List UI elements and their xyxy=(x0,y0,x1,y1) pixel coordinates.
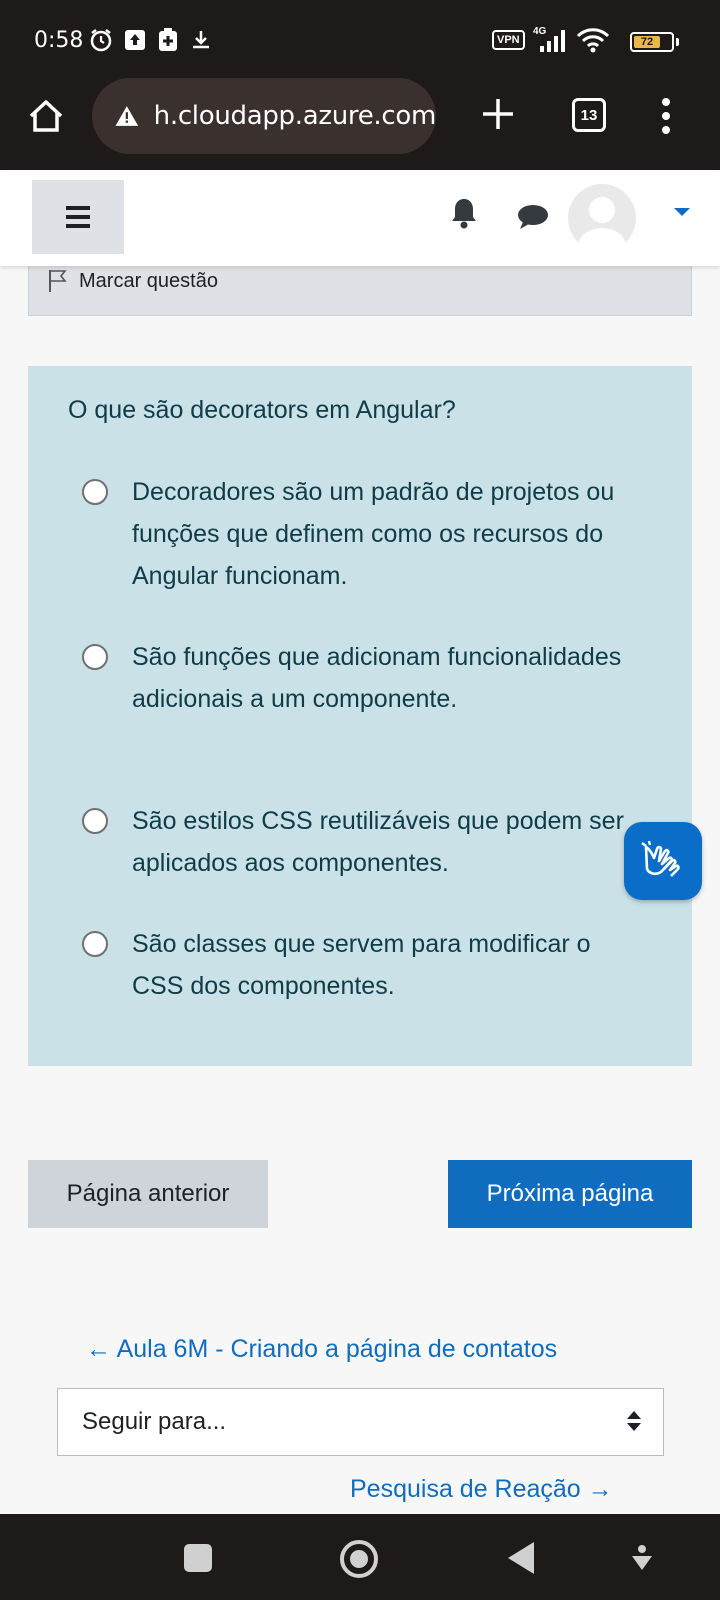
battery-icon: 72 xyxy=(630,32,674,52)
jump-to-select[interactable]: Seguir para... xyxy=(57,1388,664,1456)
home-button[interactable] xyxy=(24,94,68,138)
vpn-badge: VPN xyxy=(492,30,525,50)
previous-activity-link[interactable]: ← Aula 6M - Criando a página de contatos xyxy=(86,1335,557,1364)
avatar-icon[interactable] xyxy=(568,184,636,252)
sign-language-widget[interactable] xyxy=(624,822,702,900)
menu-dots-icon[interactable] xyxy=(648,94,684,138)
hamburger-icon[interactable] xyxy=(32,180,124,254)
status-time: 0:58 xyxy=(34,28,84,53)
battery-level: 72 xyxy=(634,36,660,48)
chevron-down-icon[interactable] xyxy=(630,1544,654,1577)
answer-label: São classes que servem para modificar o … xyxy=(132,930,591,1000)
new-tab-button[interactable] xyxy=(476,92,520,136)
home-nav-button[interactable] xyxy=(340,1540,378,1578)
hands-icon xyxy=(641,840,680,877)
tab-switcher-button[interactable]: 13 xyxy=(572,98,606,132)
bell-icon[interactable] xyxy=(450,196,478,235)
select-arrows-icon xyxy=(627,1411,641,1431)
home-icon xyxy=(29,100,63,132)
answer-option[interactable]: São estilos CSS reutilizáveis que podem … xyxy=(82,800,642,884)
wifi-icon xyxy=(576,28,610,53)
recents-button[interactable] xyxy=(184,1544,212,1572)
answer-label: São funções que adicionam funcionalidade… xyxy=(132,643,622,713)
radio-button[interactable] xyxy=(82,479,108,505)
chat-icon[interactable] xyxy=(517,204,549,235)
answer-option[interactable]: Decoradores são um padrão de projetos ou… xyxy=(82,471,642,597)
radio-button[interactable] xyxy=(82,808,108,834)
flag-label: Marcar questão xyxy=(79,270,218,292)
answer-option[interactable]: São classes que servem para modificar o … xyxy=(82,923,642,1007)
caret-down-icon[interactable] xyxy=(674,208,690,216)
system-nav-bar xyxy=(0,1514,720,1600)
warning-icon xyxy=(115,106,139,126)
answer-option[interactable]: São funções que adicionam funcionalidade… xyxy=(82,636,642,720)
jump-to-placeholder: Seguir para... xyxy=(82,1408,227,1435)
radio-button[interactable] xyxy=(82,931,108,957)
address-bar[interactable]: h.cloudapp.azure.com xyxy=(92,78,436,154)
previous-page-button[interactable]: Página anterior xyxy=(28,1160,268,1228)
download-icon xyxy=(190,28,212,52)
battery-saver-icon xyxy=(158,28,178,52)
browser-toolbar: h.cloudapp.azure.com 13 xyxy=(0,78,720,170)
upload-icon xyxy=(124,28,146,52)
question-text: O que são decorators em Angular? xyxy=(68,396,456,424)
answer-label: São estilos CSS reutilizáveis que podem … xyxy=(132,807,624,877)
next-page-button[interactable]: Próxima página xyxy=(448,1160,692,1228)
alarm-icon xyxy=(88,28,114,52)
flag-icon xyxy=(49,270,67,292)
answer-label: Decoradores são um padrão de projetos ou… xyxy=(132,478,615,590)
question-box: O que são decorators em Angular? Decorad… xyxy=(28,366,692,1066)
app-header xyxy=(0,170,720,266)
plus-icon xyxy=(483,99,513,129)
next-activity-link[interactable]: Pesquisa de Reação → xyxy=(350,1475,613,1504)
status-bar: 0:58 VPN 4G 72 xyxy=(0,0,720,80)
radio-button[interactable] xyxy=(82,644,108,670)
signal-icon xyxy=(540,28,570,52)
back-button[interactable] xyxy=(508,1542,534,1574)
battery-tip xyxy=(676,38,679,46)
url-text: h.cloudapp.azure.com xyxy=(153,101,437,131)
